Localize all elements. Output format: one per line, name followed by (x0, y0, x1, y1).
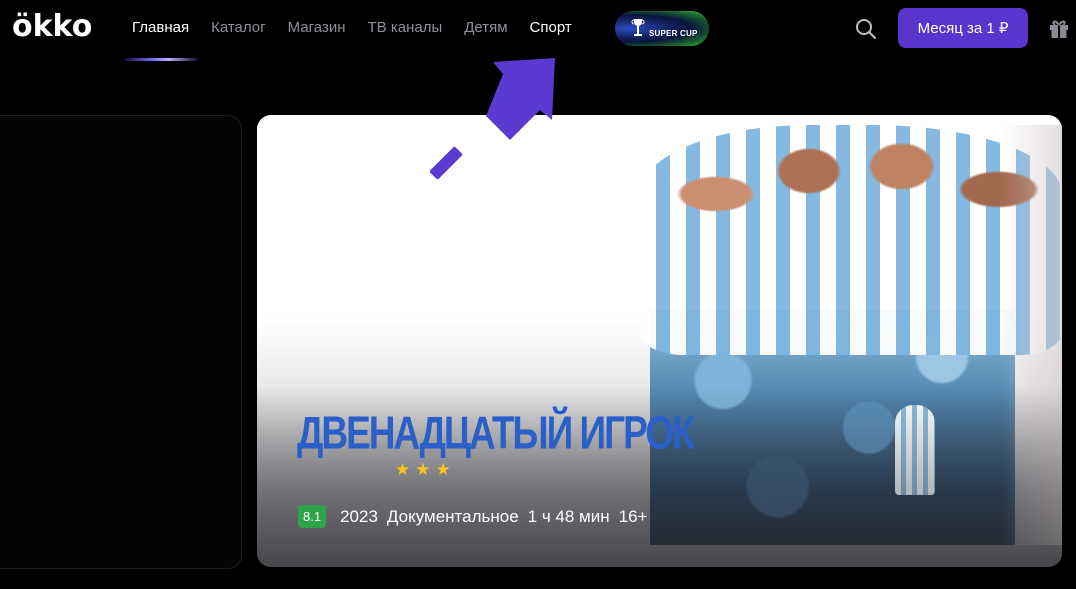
banner-meta: 8.1 2023 Документальное 1 ч 48 мин 16+ (298, 505, 656, 528)
uefa-supercup-button[interactable]: SUPER CUP (615, 11, 709, 46)
genre: Документальное (386, 506, 519, 526)
previous-banner-card[interactable] (0, 115, 242, 569)
nav-item-catalog[interactable]: Каталог (211, 0, 266, 56)
players-image (640, 125, 1062, 355)
nav-item-home[interactable]: Главная (132, 0, 189, 56)
nav-item-kids[interactable]: Детям (464, 0, 507, 56)
banner-stars: ★★★ (395, 460, 456, 479)
supercup-label: SUPER CUP (649, 29, 698, 38)
rating-badge: 8.1 (298, 505, 327, 528)
release-year: 2023 (340, 506, 378, 526)
subscribe-button[interactable]: Месяц за 1 ₽ (898, 8, 1028, 48)
search-icon[interactable] (855, 18, 877, 40)
main-nav: Главная Каталог Магазин ТВ каналы Детям … (121, 0, 583, 56)
active-nav-underline (124, 58, 198, 61)
age-rating: 16+ (618, 506, 648, 526)
nav-item-tv-channels[interactable]: ТВ каналы (368, 0, 443, 56)
banner-title: ДВЕНАДЦАТЫЙ ИГРОК (297, 407, 695, 459)
featured-banner[interactable]: ДВЕНАДЦАТЫЙ ИГРОК ★★★ 8.1 2023 Документа… (257, 115, 1062, 567)
gift-icon[interactable] (1048, 17, 1070, 39)
trophy-icon (631, 18, 645, 36)
okko-logo[interactable]: ökko (12, 10, 92, 44)
duration: 1 ч 48 мин (527, 506, 610, 526)
nav-item-store[interactable]: Магазин (288, 0, 346, 56)
nav-item-sport[interactable]: Спорт (530, 0, 572, 56)
